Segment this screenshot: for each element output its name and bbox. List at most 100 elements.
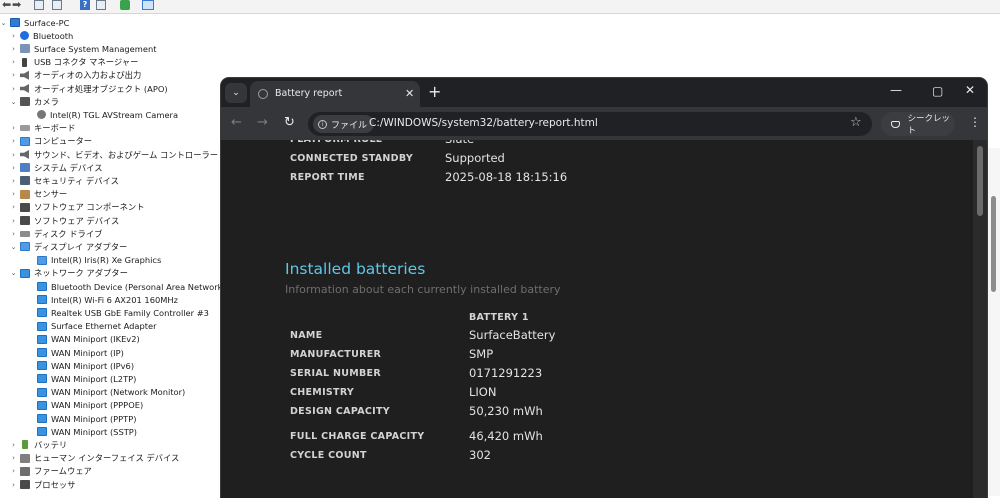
report-field-value: 50,230 mWh xyxy=(469,404,543,418)
chevron-down-icon[interactable]: ⌄ xyxy=(10,269,17,277)
tree-device[interactable]: WAN Miniport (Network Monitor) xyxy=(37,386,185,399)
tree-category[interactable]: › ファームウェア xyxy=(10,465,92,478)
tree-category[interactable]: › システム デバイス xyxy=(10,161,102,174)
chevron-right-icon[interactable]: › xyxy=(10,58,17,66)
tree-item-label: WAN Miniport (PPTP) xyxy=(51,413,137,424)
forward-icon[interactable]: → xyxy=(257,115,268,130)
battery-report-page: Installed batteries Information about ea… xyxy=(221,140,973,498)
chevron-right-icon[interactable]: › xyxy=(10,190,17,198)
scan-hardware-icon[interactable] xyxy=(142,0,154,10)
tree-category[interactable]: ⌄ カメラ xyxy=(10,95,59,108)
tree-device[interactable]: Intel(R) TGL AVStream Camera xyxy=(37,108,178,121)
tree-category[interactable]: › オーディオの入力および出力 xyxy=(10,69,141,82)
tree-category[interactable]: › オーディオ処理オブジェクト (APO) xyxy=(10,82,168,95)
chevron-right-icon[interactable]: › xyxy=(10,45,17,53)
chevron-right-icon[interactable]: › xyxy=(10,454,17,462)
back-icon[interactable]: ← xyxy=(231,115,242,130)
chevron-right-icon[interactable]: › xyxy=(10,481,17,489)
tree-category[interactable]: › セキュリティ デバイス xyxy=(10,174,119,187)
reload-icon[interactable]: ↻ xyxy=(284,115,295,130)
help-icon[interactable]: ? xyxy=(80,0,90,10)
chevron-right-icon[interactable]: › xyxy=(10,467,17,475)
tree-device[interactable]: Bluetooth Device (Personal Area Network) xyxy=(37,280,226,293)
tree-item-label: WAN Miniport (PPPOE) xyxy=(51,400,144,411)
tree-device[interactable]: Realtek USB GbE Family Controller #3 xyxy=(37,306,209,319)
chevron-right-icon[interactable]: › xyxy=(10,85,17,93)
tree-device[interactable]: WAN Miniport (IPv6) xyxy=(37,359,134,372)
tree-item-label: Surface-PC xyxy=(24,17,70,28)
tree-category[interactable]: › Bluetooth xyxy=(10,29,73,42)
new-tab-button[interactable]: + xyxy=(428,82,441,101)
tree-device[interactable]: WAN Miniport (IP) xyxy=(37,346,124,359)
report-field-value: SurfaceBattery xyxy=(469,328,556,342)
tab-search-button[interactable]: ⌄ xyxy=(225,83,247,103)
minimize-icon[interactable]: — xyxy=(890,83,902,97)
page-scroll-thumb[interactable] xyxy=(977,146,983,216)
tree-category[interactable]: ⌄ ディスプレイ アダプター xyxy=(10,240,128,253)
tree-device[interactable]: Intel(R) Iris(R) Xe Graphics xyxy=(37,254,161,267)
chevron-right-icon[interactable]: › xyxy=(10,177,17,185)
tree-category[interactable]: › プロセッサ xyxy=(10,478,75,491)
action-pane-icon[interactable] xyxy=(96,0,106,10)
more-menu-icon[interactable]: ⋮ xyxy=(969,115,981,129)
chevron-right-icon[interactable]: › xyxy=(10,71,17,79)
chevron-right-icon[interactable]: › xyxy=(10,137,17,145)
url-text[interactable]: C:/WINDOWS/system32/battery-report.html xyxy=(369,117,598,129)
tree-category[interactable]: › センサー xyxy=(10,188,67,201)
file-scheme-chip[interactable]: i ファイル xyxy=(313,115,375,133)
chevron-right-icon[interactable]: › xyxy=(10,32,17,40)
tab-battery-report[interactable]: Battery report ✕ xyxy=(250,81,420,107)
tree-category[interactable]: › ディスク ドライブ xyxy=(10,227,102,240)
chevron-right-icon[interactable]: › xyxy=(10,164,17,172)
chevron-right-icon[interactable]: › xyxy=(10,203,17,211)
close-window-icon[interactable]: ✕ xyxy=(965,83,975,97)
device-icon xyxy=(37,374,47,384)
info-icon: i xyxy=(318,119,327,129)
chevron-right-icon[interactable]: › xyxy=(10,151,17,159)
tree-device[interactable]: Surface Ethernet Adapter xyxy=(37,320,157,333)
tree-category[interactable]: › ソフトウェア デバイス xyxy=(10,214,119,227)
device-icon xyxy=(37,282,47,291)
report-field-label: CHEMISTRY xyxy=(290,387,355,398)
tree-category[interactable]: › Surface System Management xyxy=(10,42,156,55)
properties-icon[interactable] xyxy=(52,0,62,10)
bookmark-star-icon[interactable]: ☆ xyxy=(850,115,862,130)
incognito-button[interactable]: シークレット xyxy=(881,112,955,136)
tree-category[interactable]: › ヒューマン インターフェイス デバイス xyxy=(10,452,179,465)
tree-item-label: WAN Miniport (IKEv2) xyxy=(51,334,140,345)
tree-category[interactable]: › USB コネクタ マネージャー xyxy=(10,56,138,69)
report-field-label: SERIAL NUMBER xyxy=(290,368,381,379)
tree-device[interactable]: WAN Miniport (SSTP) xyxy=(37,425,137,438)
update-driver-icon[interactable] xyxy=(120,0,130,10)
chevron-right-icon[interactable]: › xyxy=(10,441,17,449)
tree-device[interactable]: WAN Miniport (IKEv2) xyxy=(37,333,140,346)
chevron-down-icon[interactable]: ⌄ xyxy=(0,19,7,27)
chevron-down-icon[interactable]: ⌄ xyxy=(10,243,17,251)
tree-category[interactable]: › キーボード xyxy=(10,122,75,135)
tree-device[interactable]: WAN Miniport (PPPOE) xyxy=(37,399,143,412)
tree-category[interactable]: › バッテリ xyxy=(10,438,67,451)
sensor-icon xyxy=(20,189,30,199)
show-hide-tree-icon[interactable] xyxy=(34,0,44,10)
chevron-right-icon[interactable]: › xyxy=(10,230,17,238)
device-tree-scroll-thumb[interactable] xyxy=(991,196,996,292)
tree-device[interactable]: WAN Miniport (L2TP) xyxy=(37,372,136,385)
chevron-right-icon[interactable]: › xyxy=(10,124,17,132)
chevron-down-icon[interactable]: ⌄ xyxy=(10,98,17,106)
tree-root[interactable]: ⌄ Surface-PC xyxy=(0,16,70,29)
tree-device[interactable]: WAN Miniport (PPTP) xyxy=(37,412,137,425)
usb-connector-icon xyxy=(22,57,27,67)
forward-arrow-icon[interactable]: ➡ xyxy=(12,0,21,10)
close-tab-icon[interactable]: ✕ xyxy=(405,87,414,100)
address-bar[interactable]: i ファイル C:/WINDOWS/system32/battery-repor… xyxy=(308,112,872,136)
chevron-right-icon[interactable]: › xyxy=(10,217,17,225)
tree-device[interactable]: Intel(R) Wi-Fi 6 AX201 160MHz xyxy=(37,293,178,306)
battery-icon xyxy=(22,440,28,450)
back-arrow-icon[interactable]: ⬅ xyxy=(2,0,11,10)
tree-category[interactable]: ⌄ ネットワーク アダプター xyxy=(10,267,128,280)
tree-category[interactable]: › コンピューター xyxy=(10,135,92,148)
tree-category[interactable]: › ソフトウェア コンポーネント xyxy=(10,201,144,214)
maximize-icon[interactable]: ▢ xyxy=(932,84,943,98)
report-field-label: NAME xyxy=(290,330,323,341)
tree-category[interactable]: › サウンド、ビデオ、およびゲーム コントローラー xyxy=(10,148,218,161)
